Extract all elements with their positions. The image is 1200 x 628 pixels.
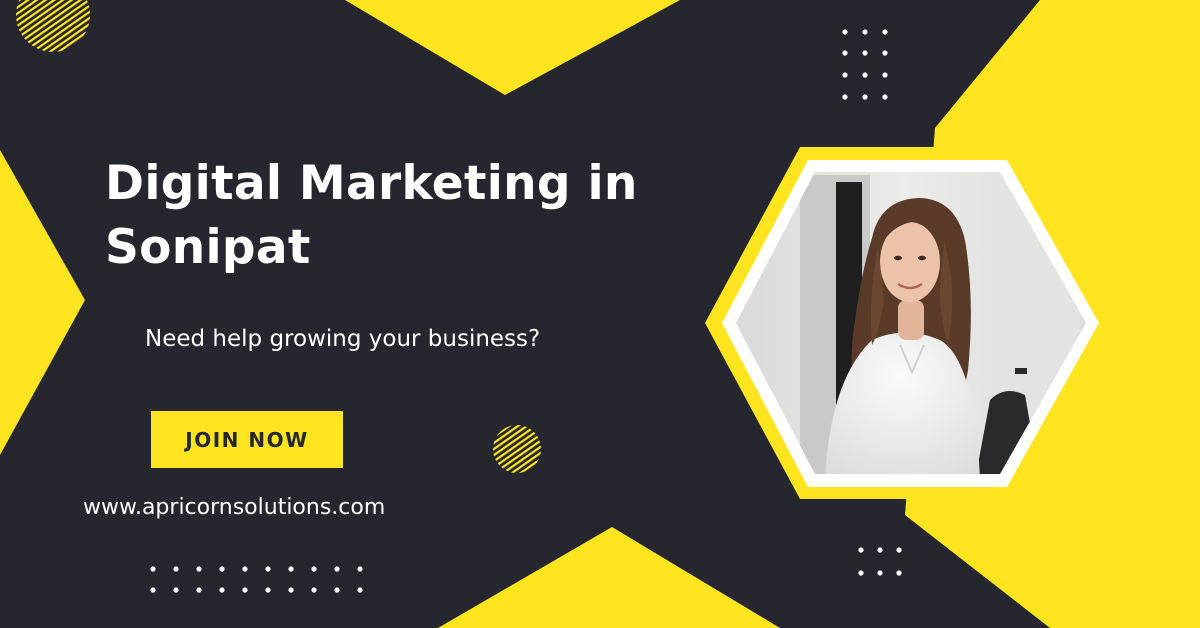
hatched-circle-icon <box>16 0 90 52</box>
left-edge-triangle <box>0 150 85 455</box>
dot-grid-icon <box>842 29 888 100</box>
top-center-triangle <box>345 0 680 95</box>
background-graphics <box>0 0 1200 628</box>
ad-banner: Digital Marketing in Sonipat Need help g… <box>0 0 1200 628</box>
dot-grid-icon <box>858 547 902 576</box>
page-title: Digital Marketing in Sonipat <box>105 156 638 275</box>
website-url: www.apricornsolutions.com <box>83 495 386 520</box>
dot-grid-icon <box>150 566 363 593</box>
join-now-button[interactable]: JOIN NOW <box>151 411 343 468</box>
tagline: Need help growing your business? <box>145 326 541 352</box>
bottom-center-triangle <box>438 527 780 628</box>
hatched-circle-icon <box>493 425 541 473</box>
